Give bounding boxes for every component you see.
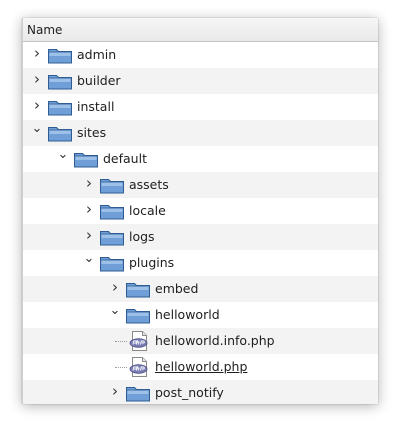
folder-icon bbox=[125, 305, 151, 325]
folder-icon bbox=[99, 175, 125, 195]
tree-folder-row[interactable]: › install bbox=[23, 94, 378, 120]
folder-icon bbox=[47, 45, 73, 65]
folder-name-label: plugins bbox=[129, 255, 175, 270]
chevron-right-icon[interactable]: › bbox=[83, 228, 95, 243]
chevron-down-icon[interactable]: ⌄ bbox=[57, 148, 69, 161]
folder-name-label: install bbox=[77, 99, 115, 114]
php-file-icon bbox=[129, 356, 149, 378]
tree-folder-row[interactable]: › admin bbox=[23, 42, 378, 68]
tree-folder-row[interactable]: › post_notify bbox=[23, 380, 378, 404]
folder-icon bbox=[47, 71, 73, 91]
chevron-right-icon[interactable]: › bbox=[31, 46, 43, 61]
folder-name-label: embed bbox=[155, 281, 199, 296]
tree-folder-row[interactable]: › builder bbox=[23, 68, 378, 94]
tree-file-row[interactable]: helloworld.info.php bbox=[23, 328, 378, 354]
folder-name-label: assets bbox=[129, 177, 169, 192]
tree-connector-line bbox=[115, 341, 127, 342]
tree-folder-row[interactable]: ⌄ sites bbox=[23, 120, 378, 146]
folder-name-label: helloworld bbox=[155, 307, 220, 322]
folder-icon bbox=[99, 227, 125, 247]
tree-folder-row[interactable]: › locale bbox=[23, 198, 378, 224]
folder-icon bbox=[125, 383, 151, 403]
folder-icon bbox=[73, 149, 99, 169]
chevron-down-icon[interactable]: ⌄ bbox=[109, 304, 121, 317]
file-name-label: helloworld.info.php bbox=[155, 333, 275, 348]
folder-name-label: logs bbox=[129, 229, 155, 244]
chevron-right-icon[interactable]: › bbox=[31, 72, 43, 87]
php-file-icon bbox=[129, 330, 149, 352]
tree-file-row[interactable]: helloworld.php bbox=[23, 354, 378, 380]
tree-folder-row[interactable]: › assets bbox=[23, 172, 378, 198]
chevron-down-icon[interactable]: ⌄ bbox=[31, 122, 43, 135]
chevron-right-icon[interactable]: › bbox=[109, 280, 121, 295]
folder-icon bbox=[47, 97, 73, 117]
tree-folder-row[interactable]: ⌄ helloworld bbox=[23, 302, 378, 328]
tree-folder-row[interactable]: ⌄ plugins bbox=[23, 250, 378, 276]
folder-name-label: default bbox=[103, 151, 147, 166]
name-column-label: Name bbox=[27, 23, 63, 37]
tree-folder-row[interactable]: › embed bbox=[23, 276, 378, 302]
folder-name-label: sites bbox=[77, 125, 107, 140]
folder-name-label: post_notify bbox=[155, 385, 224, 400]
file-browser-window: Name › admin › builder › install ⌄ sites ⌄ defaul… bbox=[22, 18, 378, 404]
folder-icon bbox=[99, 201, 125, 221]
folder-icon bbox=[99, 253, 125, 273]
tree-rows: › admin › builder › install ⌄ sites ⌄ default › ass… bbox=[23, 42, 378, 404]
folder-name-label: builder bbox=[77, 73, 121, 88]
tree-connector-line bbox=[115, 367, 127, 368]
chevron-right-icon[interactable]: › bbox=[31, 98, 43, 113]
tree-folder-row[interactable]: › logs bbox=[23, 224, 378, 250]
file-name-label: helloworld.php bbox=[155, 359, 248, 374]
tree-folder-row[interactable]: ⌄ default bbox=[23, 146, 378, 172]
chevron-right-icon[interactable]: › bbox=[109, 384, 121, 399]
folder-icon bbox=[47, 123, 73, 143]
screenshot-stage: Name › admin › builder › install ⌄ sites ⌄ defaul… bbox=[0, 0, 400, 425]
chevron-right-icon[interactable]: › bbox=[83, 176, 95, 191]
column-header[interactable]: Name bbox=[23, 18, 378, 42]
file-tree: Name › admin › builder › install ⌄ sites ⌄ defaul… bbox=[22, 18, 378, 404]
chevron-down-icon[interactable]: ⌄ bbox=[83, 252, 95, 265]
chevron-right-icon[interactable]: › bbox=[83, 202, 95, 217]
folder-icon bbox=[125, 279, 151, 299]
folder-name-label: locale bbox=[129, 203, 166, 218]
folder-name-label: admin bbox=[77, 47, 117, 62]
